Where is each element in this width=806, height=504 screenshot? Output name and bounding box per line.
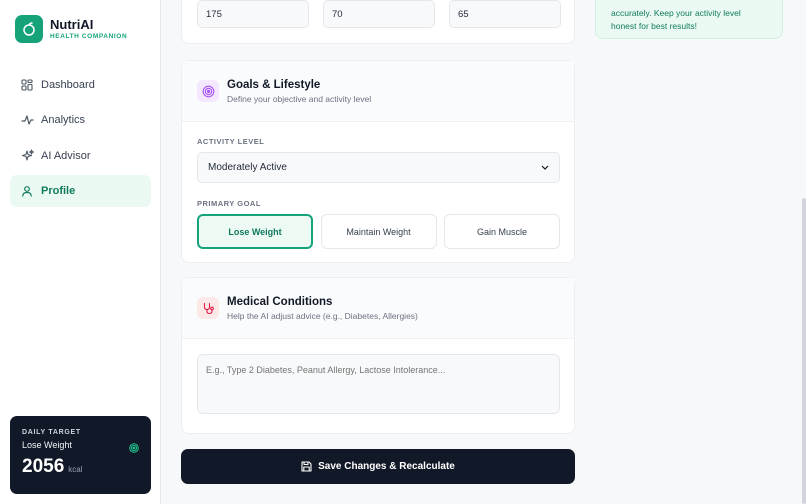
- sidebar-item-dashboard[interactable]: Dashboard: [10, 69, 151, 101]
- sidebar-item-label: Dashboard: [41, 79, 95, 91]
- target-icon: [129, 440, 139, 458]
- section-subtitle: Define your objective and activity level: [227, 93, 372, 104]
- daily-target-unit: kcal: [68, 465, 83, 474]
- apple-icon: [15, 15, 43, 43]
- sparkles-icon: [20, 149, 34, 163]
- sidebar: NutriAI HEALTH COMPANION Dashboard Analy…: [0, 0, 161, 504]
- height-input[interactable]: 175: [197, 0, 309, 28]
- activity-level-label: ACTIVITY LEVEL: [197, 137, 265, 146]
- medical-conditions-card: Medical Conditions Help the AI adjust ad…: [181, 277, 575, 434]
- sidebar-item-label: Analytics: [41, 114, 86, 127]
- primary-goal-label: PRIMARY GOAL: [197, 199, 261, 208]
- target-weight-input[interactable]: 65: [449, 0, 561, 28]
- goal-maintain-weight-button[interactable]: Maintain Weight: [320, 214, 437, 249]
- sidebar-item-label: AI Advisor: [41, 149, 91, 162]
- goals-lifestyle-card: Goals & Lifestyle Define your objective …: [181, 60, 575, 263]
- daily-target-value: 2056: [22, 456, 65, 477]
- save-icon: [301, 461, 312, 472]
- activity-icon: [20, 113, 34, 127]
- sidebar-nav: Dashboard Analytics AI Advisor Profile: [10, 69, 151, 210]
- activity-level-select[interactable]: Moderately Active: [197, 152, 560, 183]
- activity-level-value: Moderately Active: [208, 162, 287, 173]
- daily-target-card: DAILY TARGET Lose Weight 2056 kcal: [10, 416, 151, 494]
- scrollbar[interactable]: [802, 198, 806, 504]
- sidebar-item-ai-advisor[interactable]: AI Advisor: [10, 140, 151, 172]
- daily-target-label: DAILY TARGET: [22, 429, 81, 436]
- sidebar-item-analytics[interactable]: Analytics: [10, 104, 151, 136]
- weight-input[interactable]: 70: [323, 0, 435, 28]
- goal-gain-muscle-button[interactable]: Gain Muscle: [444, 214, 560, 249]
- chevron-down-icon: [541, 162, 549, 173]
- goal-lose-weight-button[interactable]: Lose Weight: [197, 214, 313, 249]
- target-icon: [197, 80, 219, 102]
- section-title: Goals & Lifestyle: [227, 78, 321, 91]
- tip-card: accurately. Keep your activity level hon…: [595, 0, 783, 39]
- save-button-label: Save Changes & Recalculate: [318, 461, 455, 472]
- goal-options: Lose Weight Maintain Weight Gain Muscle: [197, 214, 560, 249]
- sidebar-item-label: Profile: [41, 184, 76, 197]
- daily-target-goal: Lose Weight: [22, 440, 72, 450]
- user-icon: [20, 184, 34, 198]
- brand[interactable]: NutriAI HEALTH COMPANION: [15, 15, 127, 43]
- save-button[interactable]: Save Changes & Recalculate: [181, 449, 575, 484]
- grid-icon: [20, 78, 34, 92]
- medical-conditions-header: Medical Conditions Help the AI adjust ad…: [182, 278, 574, 339]
- section-subtitle: Help the AI adjust advice (e.g., Diabete…: [227, 310, 418, 321]
- stethoscope-icon: [197, 297, 219, 319]
- body-metrics-card: 175 70 65: [181, 0, 575, 44]
- brand-subtitle: HEALTH COMPANION: [50, 33, 128, 40]
- section-title: Medical Conditions: [227, 295, 333, 308]
- sidebar-item-profile[interactable]: Profile: [10, 174, 151, 207]
- medical-conditions-input[interactable]: [197, 354, 560, 414]
- tip-text: accurately. Keep your activity level hon…: [611, 8, 741, 31]
- goals-lifestyle-header: Goals & Lifestyle Define your objective …: [182, 61, 574, 122]
- brand-name: NutriAI: [50, 17, 94, 32]
